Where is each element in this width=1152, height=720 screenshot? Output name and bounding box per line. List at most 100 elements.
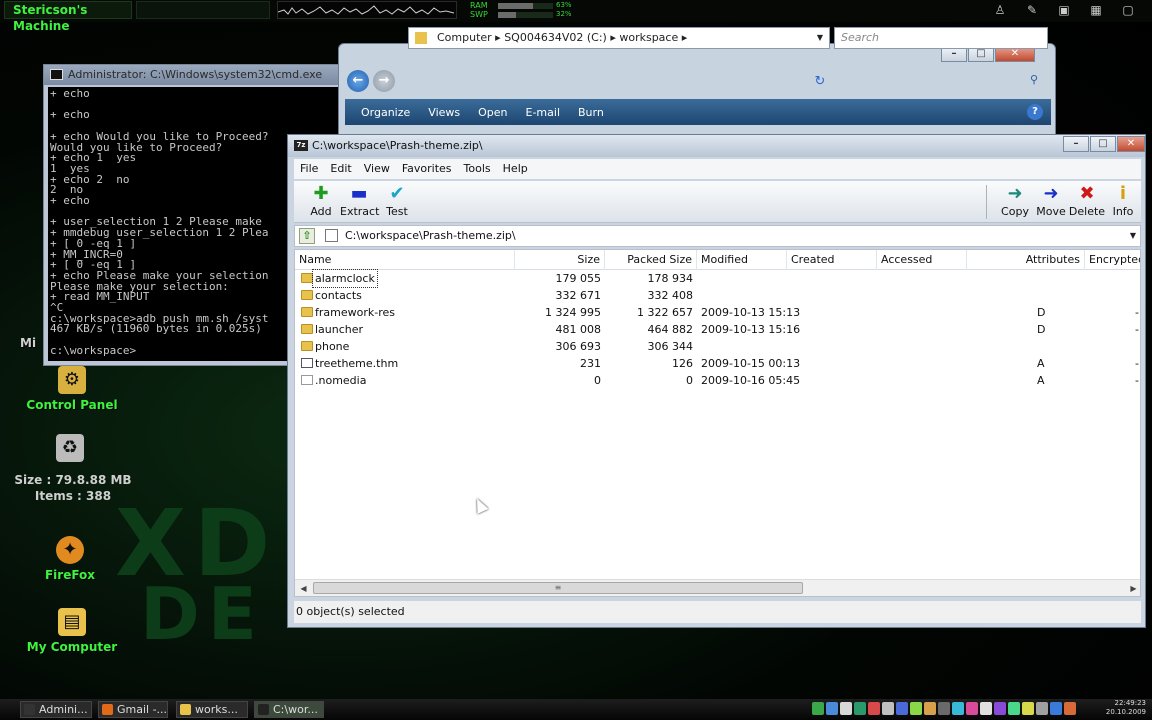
taskbar-button[interactable]: C:\wor...	[254, 701, 324, 718]
taskbar-button[interactable]: Gmail -...	[98, 701, 168, 718]
table-row[interactable]: phone 306 693 306 344	[295, 338, 1140, 355]
close-button[interactable]: ✕	[1117, 136, 1145, 152]
7zip-title-bar[interactable]: 7z C:\workspace\Prash-theme.zip\	[288, 135, 1145, 157]
breadcrumb[interactable]: Computer ▸ SQ004634V02 (C:) ▸ workspace …	[437, 28, 687, 48]
menu-edit[interactable]: Edit	[324, 159, 357, 179]
toolbar-delete-button[interactable]: ✖ Delete	[1068, 183, 1106, 218]
explorer-command-email[interactable]: E-mail	[520, 106, 567, 119]
table-row[interactable]: treetheme.thm 231 126 2009-10-15 00:13 A -	[295, 355, 1140, 372]
minimize-button[interactable]: –	[1063, 136, 1089, 152]
desktop-icon-my-computer[interactable]: ▤ My Computer	[17, 608, 127, 654]
toolbar-copy-button[interactable]: ➜ Copy	[996, 183, 1034, 218]
tray-icon[interactable]	[826, 702, 838, 715]
toolbar-add-button[interactable]: ✚ Add	[302, 183, 340, 218]
table-row[interactable]: contacts 332 671 332 408	[295, 287, 1140, 304]
toolbar-extract-button[interactable]: ▬ Extract	[340, 183, 379, 218]
menu-tools[interactable]: Tools	[458, 159, 497, 179]
chevron-right-icon[interactable]: ▸	[678, 31, 688, 44]
menu-file[interactable]: File	[294, 159, 324, 179]
table-row[interactable]: .nomedia 0 0 2009-10-16 05:45 A -	[295, 372, 1140, 389]
horizontal-scrollbar[interactable]: ◀ ≡ ▶	[295, 579, 1140, 596]
chevron-right-icon[interactable]: ▸	[607, 31, 620, 44]
tray-icon[interactable]	[854, 702, 866, 715]
tray-icon[interactable]	[1022, 702, 1034, 715]
tray-icon[interactable]	[980, 702, 992, 715]
toolbar-test-button[interactable]: ✔ Test	[378, 183, 416, 218]
archive-path-text[interactable]: C:\workspace\Prash-theme.zip\	[345, 226, 516, 246]
column-header-modified[interactable]: Modified	[697, 250, 787, 270]
firefox-icon	[102, 704, 113, 715]
user-icon[interactable]: ♙	[990, 2, 1010, 18]
tray-icon[interactable]	[952, 702, 964, 715]
chevron-right-icon[interactable]: ▸	[492, 31, 505, 44]
tray-icon[interactable]	[1050, 702, 1062, 715]
breadcrumb-item[interactable]: Computer	[437, 31, 492, 44]
explorer-window[interactable]: – □ ✕	[338, 43, 1056, 143]
search-icon[interactable]: ⚲	[1030, 73, 1038, 86]
7zip-address-bar[interactable]: ⇧ C:\workspace\Prash-theme.zip\ ▼	[294, 225, 1141, 247]
7zip-window[interactable]: 7z C:\workspace\Prash-theme.zip\ – □ ✕ F…	[287, 134, 1146, 628]
notes-icon[interactable]: ✎	[1022, 2, 1042, 18]
column-header-encrypted[interactable]: Encrypted	[1085, 250, 1140, 270]
window-icon[interactable]: ▢	[1118, 2, 1138, 18]
explorer-command-burn[interactable]: Burn	[572, 106, 610, 119]
toolbar-move-button[interactable]: ➜ Move	[1032, 183, 1070, 218]
7zip-app-icon: 7z	[294, 140, 308, 151]
taskbar-clock[interactable]: 22:49:23 20.10.2009	[1106, 699, 1146, 717]
tray-icon[interactable]	[938, 702, 950, 715]
table-row[interactable]: framework-res 1 324 995 1 322 657 2009-10-1…	[295, 304, 1140, 321]
desktop-icon-firefox[interactable]: ✦ FireFox	[15, 536, 125, 582]
tray-icon[interactable]	[1008, 702, 1020, 715]
chevron-down-icon[interactable]: ▼	[1130, 226, 1136, 246]
spreadsheet-icon[interactable]: ▦	[1086, 2, 1106, 18]
forward-arrow-icon[interactable]: →	[373, 70, 395, 92]
explorer-command-views[interactable]: Views	[422, 106, 466, 119]
cell-encrypted: -	[1135, 357, 1139, 370]
scroll-left-icon[interactable]: ◀	[295, 580, 312, 596]
explorer-address-bar[interactable]: Computer ▸ SQ004634V02 (C:) ▸ workspace …	[408, 27, 830, 49]
column-header-created[interactable]: Created	[787, 250, 877, 270]
back-arrow-icon[interactable]: ←	[347, 70, 369, 92]
cmd-title-bar[interactable]: Administrator: C:\Windows\system32\cmd.e…	[44, 65, 342, 85]
tray-icon[interactable]	[994, 702, 1006, 715]
menu-view[interactable]: View	[358, 159, 396, 179]
desktop-icon-recycle-bin[interactable]: ♻	[15, 434, 125, 462]
monitor-icon[interactable]: ▣	[1054, 2, 1074, 18]
explorer-command-open[interactable]: Open	[472, 106, 513, 119]
toolbar-info-button[interactable]: i Info	[1104, 183, 1142, 218]
tray-icon[interactable]	[868, 702, 880, 715]
column-header-name[interactable]: Name	[295, 250, 515, 270]
table-row[interactable]: alarmclock 179 055 178 934	[295, 269, 1140, 288]
explorer-search-input[interactable]: Search	[834, 27, 1048, 49]
scroll-right-icon[interactable]: ▶	[1125, 580, 1140, 596]
tray-icon[interactable]	[812, 702, 824, 715]
explorer-command-organize[interactable]: Organize	[355, 106, 416, 119]
tray-icon[interactable]	[910, 702, 922, 715]
scrollbar-thumb[interactable]: ≡	[313, 582, 803, 594]
maximize-button[interactable]: □	[1090, 136, 1116, 152]
desktop-icon-control-panel[interactable]: ⚙ Control Panel	[17, 366, 127, 412]
column-header-attributes[interactable]: Attributes	[967, 250, 1085, 270]
tray-icon[interactable]	[882, 702, 894, 715]
refresh-icon[interactable]: ↻	[810, 72, 830, 92]
tray-icon[interactable]	[896, 702, 908, 715]
tray-icon[interactable]	[966, 702, 978, 715]
tray-icon[interactable]	[840, 702, 852, 715]
up-folder-icon[interactable]: ⇧	[299, 228, 315, 244]
breadcrumb-item[interactable]: workspace	[619, 31, 678, 44]
column-header-size[interactable]: Size	[515, 250, 605, 270]
breadcrumb-item[interactable]: SQ004634V02 (C:)	[504, 31, 607, 44]
tray-icon[interactable]	[1064, 702, 1076, 715]
tray-icon[interactable]	[1036, 702, 1048, 715]
menu-favorites[interactable]: Favorites	[396, 159, 458, 179]
help-icon[interactable]: ?	[1027, 104, 1043, 120]
file-list[interactable]: Name Size Packed Size Modified Created Access…	[294, 249, 1141, 597]
taskbar-button[interactable]: Admini...	[20, 701, 92, 718]
chevron-down-icon[interactable]: ▼	[817, 28, 823, 48]
tray-icon[interactable]	[924, 702, 936, 715]
column-header-accessed[interactable]: Accessed	[877, 250, 967, 270]
column-header-packed-size[interactable]: Packed Size	[605, 250, 697, 270]
menu-help[interactable]: Help	[497, 159, 534, 179]
table-row[interactable]: launcher 481 008 464 882 2009-10-13 15:16 D -	[295, 321, 1140, 338]
taskbar-button[interactable]: works...	[176, 701, 248, 718]
